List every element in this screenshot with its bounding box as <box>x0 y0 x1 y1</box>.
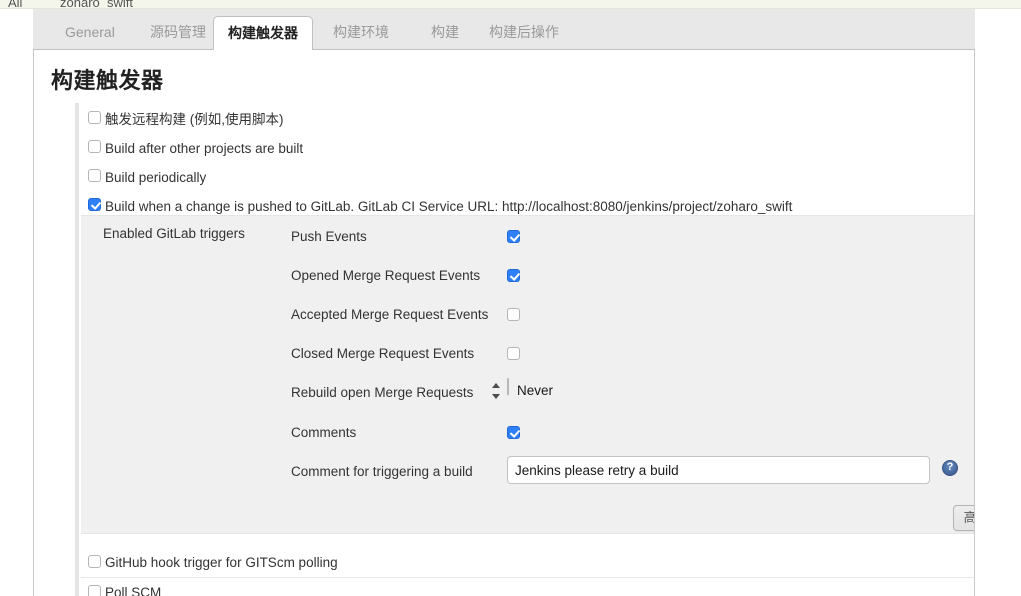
help-icon-comment-trigger[interactable] <box>942 460 958 476</box>
checkbox-trigger-remote[interactable] <box>88 111 101 124</box>
checkbox-push-events[interactable] <box>507 230 520 243</box>
breadcrumb-item-project[interactable]: zoharo_swift <box>60 0 133 8</box>
gitlab-option-row-push-events: Push Events <box>81 226 974 265</box>
gitlab-rebuild-open-mr-label: Rebuild open Merge Requests <box>291 385 474 400</box>
gitlab-comment-trigger-row: Comment for triggering a build <box>81 456 974 500</box>
tab-build-triggers[interactable]: 构建触发器 <box>213 16 313 50</box>
checkbox-comments[interactable] <box>507 426 520 439</box>
checkbox-github-hook-trigger[interactable] <box>88 555 101 568</box>
gitlab-option-row-closed-mr-events: Closed Merge Request Events <box>81 343 974 382</box>
form-left-rule <box>75 103 79 596</box>
input-comment-for-triggering-build[interactable] <box>507 456 930 484</box>
advanced-button[interactable]: 高级... <box>953 505 974 531</box>
gitlab-option-push-events-label: Push Events <box>291 229 367 244</box>
breadcrumb-item-all[interactable]: All <box>8 0 22 8</box>
gitlab-option-closed-mr-events-label: Closed Merge Request Events <box>291 346 475 361</box>
tab-build-env[interactable]: 构建环境 <box>319 17 403 50</box>
gitlab-comment-trigger-label: Comment for triggering a build <box>291 464 473 479</box>
checkbox-trigger-periodically[interactable] <box>88 169 101 182</box>
checkbox-trigger-gitlab-push[interactable] <box>88 198 101 211</box>
trigger-periodically-label: Build periodically <box>105 170 207 185</box>
config-panel: 构建触发器 触发远程构建 (例如,使用脚本) Build after other… <box>33 50 975 596</box>
breadcrumb: All zoharo_swift <box>0 0 1021 9</box>
checkbox-opened-merge-request-events[interactable] <box>507 269 520 282</box>
tab-post-build[interactable]: 构建后操作 <box>475 17 573 50</box>
checkbox-trigger-after-other-projects[interactable] <box>88 140 101 153</box>
gitlab-option-accepted-mr-events-label: Accepted Merge Request Events <box>291 307 489 322</box>
tab-bar-left-gap <box>0 9 33 50</box>
chevron-updown-icon <box>492 383 501 400</box>
gitlab-trigger-options-block: Enabled GitLab triggers Push Events Open… <box>81 215 974 534</box>
gitlab-comments-label: Comments <box>291 425 357 440</box>
trigger-remote-label: 触发远程构建 (例如,使用脚本) <box>105 112 284 127</box>
tab-build[interactable]: 构建 <box>417 17 473 50</box>
select-rebuild-open-merge-requests-value: Never <box>517 383 554 398</box>
trigger-poll-scm-label: Poll SCM <box>105 585 162 596</box>
select-rebuild-open-merge-requests[interactable]: Never <box>492 378 553 399</box>
checkbox-closed-merge-request-events[interactable] <box>507 347 520 360</box>
gitlab-rebuild-open-mr-row: Rebuild open Merge Requests Never <box>81 378 974 421</box>
gitlab-option-opened-mr-events-label: Opened Merge Request Events <box>291 268 481 283</box>
trigger-after-other-projects-label: Build after other projects are built <box>105 141 304 156</box>
tab-general[interactable]: General <box>51 17 129 50</box>
config-tab-bar: General 源码管理 构建触发器 构建环境 构建 构建后操作 <box>33 9 975 50</box>
config-page: General 源码管理 构建触发器 构建环境 构建 构建后操作 构建触发器 触… <box>0 9 1021 596</box>
checkbox-poll-scm[interactable] <box>88 585 101 596</box>
trigger-github-hook-label: GitHub hook trigger for GITScm polling <box>105 555 338 570</box>
row-divider <box>81 577 974 578</box>
page-title: 构建触发器 <box>51 68 164 93</box>
gitlab-option-row-opened-mr-events: Opened Merge Request Events <box>81 265 974 304</box>
tab-scm[interactable]: 源码管理 <box>136 17 220 50</box>
checkbox-accepted-merge-request-events[interactable] <box>507 308 520 321</box>
